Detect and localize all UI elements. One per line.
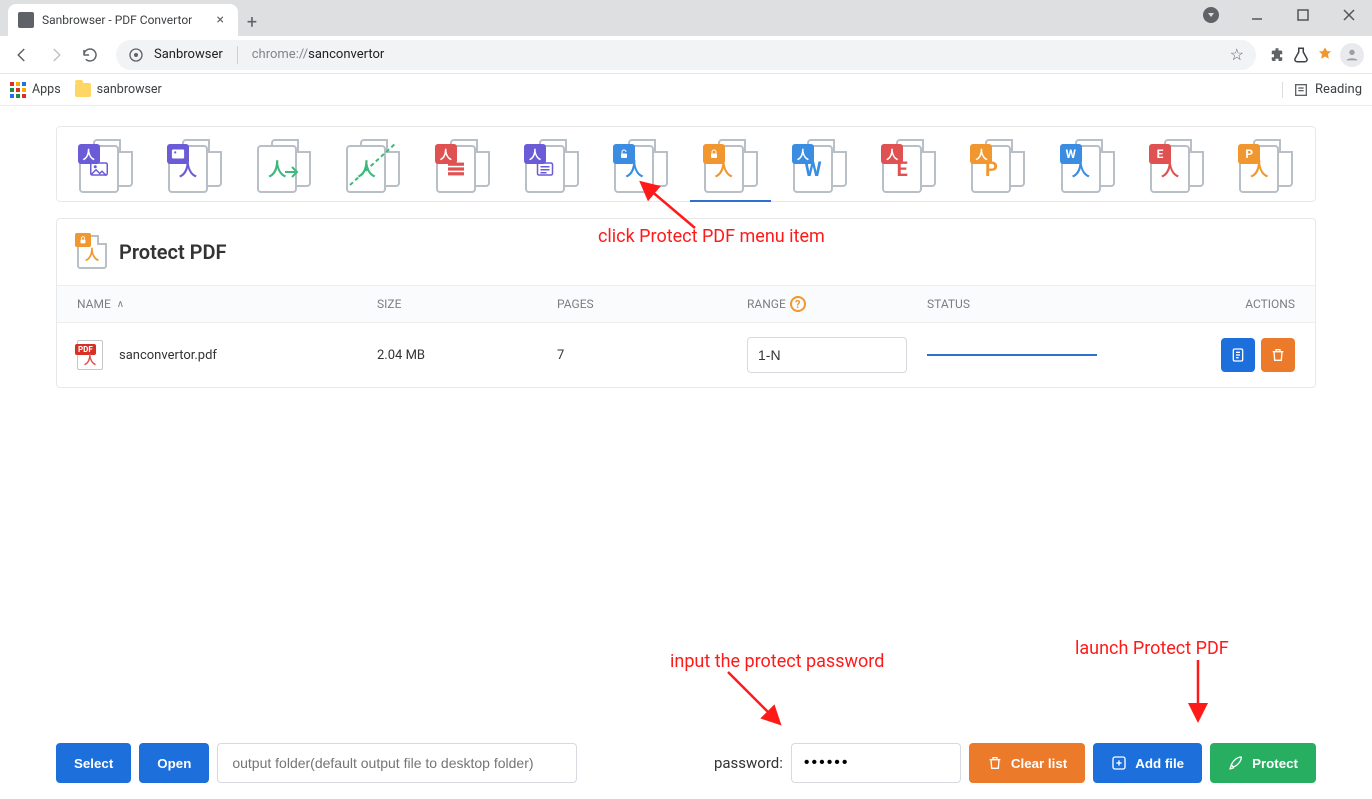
reload-button[interactable] (76, 41, 104, 69)
tab-title: Sanbrowser - PDF Convertor (42, 13, 205, 27)
bookmark-star-icon[interactable]: ☆ (1230, 45, 1244, 64)
apps-grid-icon (10, 82, 26, 98)
address-host: Sanbrowser (154, 47, 223, 62)
column-pages[interactable]: PAGES (557, 297, 594, 311)
range-input[interactable] (747, 337, 907, 373)
tool-merge-pdf[interactable]: 人 (418, 126, 507, 202)
panel-icon: 人 (77, 235, 107, 269)
tab-favicon-icon (18, 12, 34, 28)
sort-asc-icon[interactable]: ∧ (117, 299, 124, 310)
protect-pdf-panel: 人 Protect PDF NAME ∧ SIZE PAGES RANGE? ST… (56, 218, 1316, 388)
nav-forward-button[interactable] (42, 41, 70, 69)
cell-size: 2.04 MB (377, 348, 425, 363)
cell-name: sanconvertor.pdf (119, 348, 217, 363)
help-icon[interactable]: ? (790, 296, 806, 312)
row-preview-button[interactable] (1221, 338, 1255, 372)
reading-list-button[interactable]: Reading (1282, 82, 1362, 98)
column-range[interactable]: RANGE (747, 297, 786, 311)
output-folder-input[interactable] (217, 743, 577, 783)
close-icon[interactable]: × (213, 12, 228, 28)
column-name[interactable]: NAME (77, 297, 111, 311)
tool-unlock-pdf[interactable]: 人 (597, 126, 686, 202)
table-row: 人 sanconvertor.pdf 2.04 MB 7 (57, 323, 1315, 387)
tool-rotate-pdf[interactable]: 人 (329, 126, 418, 202)
bookmark-sanbrowser[interactable]: sanbrowser (75, 82, 162, 97)
address-bar[interactable]: Sanbrowser chrome://sanconvertor ☆ (116, 40, 1256, 70)
tool-pdf-to-image[interactable]: 人 (61, 126, 150, 202)
tool-image-to-pdf[interactable]: 人 (150, 126, 239, 202)
add-file-button[interactable]: Add file (1093, 743, 1202, 783)
tool-pdf-to-excel[interactable]: E人 (1132, 126, 1221, 202)
page-content: 人 人 人 人 人 人 人 人 人W 人E 人P W人 E人 P人 人 (0, 106, 1372, 388)
protect-button[interactable]: Protect (1210, 743, 1316, 783)
puzzle-orange-icon[interactable] (1316, 46, 1334, 64)
tool-split-pdf[interactable]: 人 (240, 126, 329, 202)
new-tab-button[interactable]: + (238, 8, 266, 36)
nav-back-button[interactable] (8, 41, 36, 69)
clear-list-button[interactable]: Clear list (969, 743, 1085, 783)
trash-icon (987, 755, 1003, 771)
pdf-file-icon: 人 (77, 340, 103, 370)
table-header: NAME ∧ SIZE PAGES RANGE? STATUS ACTIONS (57, 286, 1315, 323)
tool-protect-pdf[interactable]: 人 (686, 126, 775, 202)
tool-strip: 人 人 人 人 人 人 人 人 人W 人E 人P W人 E人 P人 (56, 126, 1316, 202)
profile-avatar-icon[interactable] (1340, 43, 1364, 67)
column-actions: ACTIONS (1245, 297, 1295, 311)
lab-icon[interactable] (1292, 46, 1310, 64)
open-button[interactable]: Open (139, 743, 209, 783)
column-status[interactable]: STATUS (927, 297, 970, 311)
tool-pdf-to-ppt[interactable]: 人P (954, 126, 1043, 202)
panel-title: Protect PDF (119, 240, 227, 264)
browser-chrome: Sanbrowser - PDF Convertor × + Sanbrowse… (0, 0, 1372, 106)
window-minimize-button[interactable] (1234, 0, 1280, 30)
password-input[interactable] (791, 743, 961, 783)
row-delete-button[interactable] (1261, 338, 1295, 372)
cell-pages: 7 (557, 348, 564, 363)
tool-pdf-to-word[interactable]: 人W (775, 126, 864, 202)
reading-list-icon (1293, 82, 1309, 98)
window-maximize-button[interactable] (1280, 0, 1326, 30)
rocket-icon (1228, 755, 1244, 771)
column-size[interactable]: SIZE (377, 297, 401, 311)
footer-bar: Select Open password: Clear list Add fil… (0, 727, 1372, 799)
site-info-icon[interactable] (128, 47, 144, 63)
tool-excel-to-pdf[interactable]: P人 (1222, 126, 1311, 202)
tool-word-to-pdf[interactable]: 人E (865, 126, 954, 202)
address-path: chrome://sanconvertor (252, 47, 385, 62)
progress-bar (927, 354, 1097, 356)
annotation-2: input the protect password (670, 651, 884, 672)
annotation-3: launch Protect PDF (1075, 638, 1229, 659)
tool-ppt-to-pdf[interactable]: W人 (1043, 126, 1132, 202)
window-close-button[interactable] (1326, 0, 1372, 30)
incognito-indicator-icon[interactable] (1188, 0, 1234, 30)
select-button[interactable]: Select (56, 743, 131, 783)
password-label: password: (714, 754, 783, 772)
plus-icon (1111, 755, 1127, 771)
folder-icon (75, 83, 91, 97)
apps-shortcut[interactable]: Apps (10, 82, 61, 98)
browser-tab[interactable]: Sanbrowser - PDF Convertor × (8, 4, 238, 36)
tool-extract-text[interactable]: 人 (507, 126, 596, 202)
extensions-icon[interactable] (1268, 46, 1286, 64)
